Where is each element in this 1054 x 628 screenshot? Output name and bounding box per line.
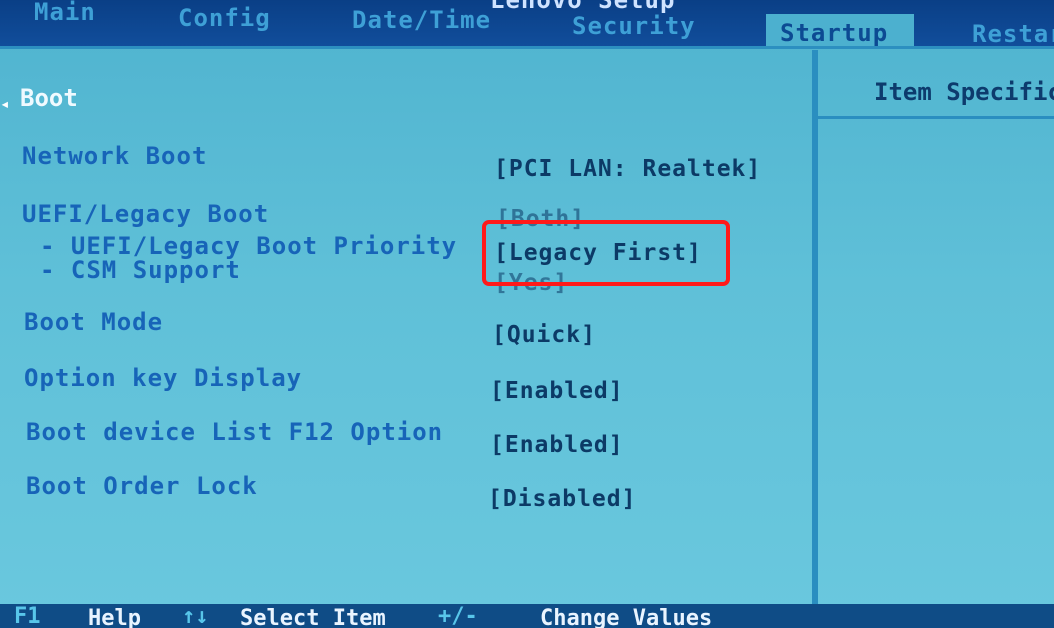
setting-value-network-boot[interactable]: [PCI LAN: Realtek] xyxy=(494,156,761,182)
footer-key-f1: F1 xyxy=(14,604,41,628)
setting-label-boot-order-lock[interactable]: Boot Order Lock xyxy=(26,472,258,500)
help-panel-header: Item Specific Help xyxy=(874,78,1054,106)
arrow-keys-icon: ↑↓ xyxy=(182,604,209,628)
setting-label-boot-device-list-f12[interactable]: Boot device List F12 Option xyxy=(26,418,443,446)
section-marker-icon: ◂ xyxy=(0,94,10,113)
footer-bar: F1 Help ↑↓ Select Item +/- Change Values xyxy=(0,604,1054,628)
footer-key-plus-minus: +/- xyxy=(438,604,478,628)
tab-date-time[interactable]: Date/Time xyxy=(352,6,491,34)
setting-label-option-key-display[interactable]: Option key Display xyxy=(24,364,302,392)
setting-label-uefi-legacy-boot[interactable]: UEFI/Legacy Boot xyxy=(22,200,269,228)
help-panel-rule xyxy=(818,116,1054,119)
footer-desc-help: Help xyxy=(88,606,141,628)
footer-desc-change-values: Change Values xyxy=(540,606,713,628)
tab-bar: Lenovo Setup Main Config Date/Time Secur… xyxy=(0,0,1054,48)
help-panel xyxy=(818,60,1054,610)
setting-value-option-key-display[interactable]: [Enabled] xyxy=(490,378,624,404)
bios-screen: Lenovo Setup Main Config Date/Time Secur… xyxy=(0,0,1054,628)
tab-main[interactable]: Main xyxy=(34,0,96,26)
setting-label-csm-support[interactable]: - CSM Support xyxy=(40,256,241,284)
tab-config[interactable]: Config xyxy=(178,4,271,32)
setting-value-boot-device-list-f12[interactable]: [Enabled] xyxy=(490,432,624,458)
header-divider xyxy=(0,46,1054,49)
tab-security[interactable]: Security xyxy=(572,12,696,40)
highlight-box xyxy=(482,220,730,286)
tab-restart[interactable]: Restart xyxy=(972,20,1054,48)
tab-startup[interactable]: Startup xyxy=(766,14,915,48)
setting-label-boot-mode[interactable]: Boot Mode xyxy=(24,308,163,336)
setting-label-network-boot[interactable]: Network Boot xyxy=(22,142,207,170)
setting-value-boot-order-lock[interactable]: [Disabled] xyxy=(488,486,636,512)
setting-value-boot-mode[interactable]: [Quick] xyxy=(492,322,596,348)
footer-desc-select-item: Select Item xyxy=(240,606,386,628)
section-title: Boot xyxy=(20,84,78,112)
